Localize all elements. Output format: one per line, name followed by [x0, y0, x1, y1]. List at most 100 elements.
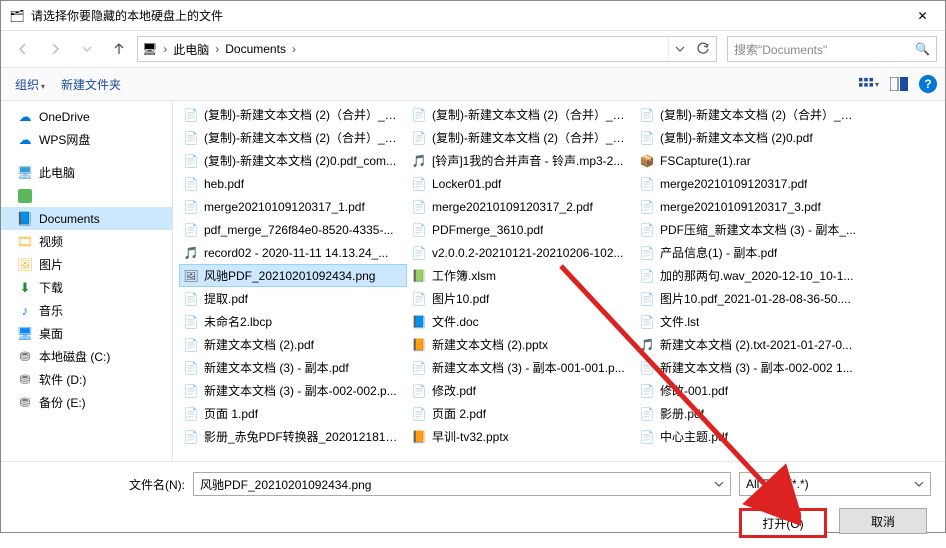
file-name: heb.pdf: [204, 177, 244, 191]
file-item[interactable]: 📄(复制)-新建文本文档 (2)0.pdf_com...: [179, 149, 407, 172]
file-name: PDFmerge_3610.pdf: [432, 223, 543, 237]
file-name: 新建文本文档 (3) - 副本-001-001.p...: [432, 359, 625, 376]
sidebar-item-11[interactable]: ⛃软件 (D:): [1, 368, 172, 391]
file-item[interactable]: 📄heb.pdf: [179, 172, 407, 195]
file-item[interactable]: 📙新建文本文档 (2).pptx: [407, 333, 635, 356]
open-button[interactable]: 打开(O): [739, 508, 827, 538]
file-item[interactable]: 📄PDF压缩_新建文本文档 (3) - 副本_...: [635, 218, 863, 241]
file-item[interactable]: 📄新建文本文档 (3) - 副本-002-002.p...: [179, 379, 407, 402]
file-item[interactable]: 📄产品信息(1) - 副本.pdf: [635, 241, 863, 264]
sidebar-item-4[interactable]: 📘Documents: [1, 207, 172, 230]
chevron-right-icon: ›: [213, 42, 221, 56]
file-item[interactable]: 🎵record02 - 2020-11-11 14.13.24_...: [179, 241, 407, 264]
file-item[interactable]: 📄(复制)-新建文本文档 (2)0.pdf: [635, 126, 863, 149]
file-item[interactable]: 📄(复制)-新建文本文档 (2)（合并）_加...: [635, 103, 863, 126]
file-name: 页面 2.pdf: [432, 405, 486, 422]
file-name: (复制)-新建文本文档 (2)（合并）_加...: [432, 106, 631, 123]
pdf-icon: 📄: [183, 429, 199, 445]
sidebar-item-6[interactable]: 🖼图片: [1, 253, 172, 276]
chevron-down-icon: [714, 479, 724, 489]
file-item[interactable]: 🎵新建文本文档 (2).txt-2021-01-27-0...: [635, 333, 863, 356]
file-item[interactable]: 📄未命名2.lbcp: [179, 310, 407, 333]
sidebar-item-2[interactable]: 🖥此电脑: [1, 161, 172, 184]
file-item[interactable]: 🖼风驰PDF_20210201092434.png: [179, 264, 407, 287]
organize-menu[interactable]: 组织: [9, 72, 51, 97]
sidebar-item-3[interactable]: [1, 184, 172, 207]
sidebar-item-7[interactable]: ⬇下载: [1, 276, 172, 299]
file-name: (复制)-新建文本文档 (2)0.pdf: [660, 129, 813, 146]
sidebar-item-label: 此电脑: [39, 164, 75, 181]
file-item[interactable]: 📄加的那两句.wav_2020-12-10_10-1...: [635, 264, 863, 287]
file-item[interactable]: 📄新建文本文档 (3) - 副本-002-002 1...: [635, 356, 863, 379]
help-button[interactable]: ?: [919, 75, 937, 93]
file-name: 产品信息(1) - 副本.pdf: [660, 244, 777, 261]
file-item[interactable]: 📄修改-001.pdf: [635, 379, 863, 402]
filename-input[interactable]: 风驰PDF_20210201092434.png: [193, 472, 731, 496]
file-name: merge20210109120317_1.pdf: [204, 200, 365, 214]
address-dropdown[interactable]: [668, 37, 690, 61]
file-item[interactable]: 📄(复制)-新建文本文档 (2)（合并）_加...: [179, 103, 407, 126]
sidebar-item-9[interactable]: 🖥桌面: [1, 322, 172, 345]
vid-icon: 🎞: [17, 234, 33, 250]
file-item[interactable]: 🎵[铃声]1我的合并声音 - 铃声.mp3-2...: [407, 149, 635, 172]
refresh-button[interactable]: [690, 37, 716, 61]
sidebar-item-12[interactable]: ⛃备份 (E:): [1, 391, 172, 414]
file-name: 风驰PDF_20210201092434.png: [204, 267, 375, 284]
file-item[interactable]: 📄新建文本文档 (3) - 副本.pdf: [179, 356, 407, 379]
mp3-icon: 🎵: [411, 153, 427, 169]
file-item[interactable]: 📄(复制)-新建文本文档 (2)（合并）_已...: [407, 126, 635, 149]
breadcrumb-pc[interactable]: 此电脑: [169, 37, 213, 61]
file-item[interactable]: 📄merge20210109120317_2.pdf: [407, 195, 635, 218]
breadcrumb-documents[interactable]: Documents: [221, 37, 290, 61]
search-input[interactable]: 搜索"Documents" 🔍: [727, 36, 937, 62]
pdf-icon: 📄: [183, 383, 199, 399]
file-item[interactable]: 📄pdf_merge_726f84e0-8520-4335-...: [179, 218, 407, 241]
file-item[interactable]: 📄新建文本文档 (3) - 副本-001-001.p...: [407, 356, 635, 379]
cancel-button[interactable]: 取消: [839, 508, 927, 534]
sidebar-item-8[interactable]: ♪音乐: [1, 299, 172, 322]
file-item[interactable]: 📙早训-tv32.pptx: [407, 425, 635, 448]
file-item[interactable]: 📄文件.lst: [635, 310, 863, 333]
forward-button[interactable]: [41, 35, 69, 63]
file-item[interactable]: 📄图片10.pdf: [407, 287, 635, 310]
file-item[interactable]: 📄Locker01.pdf: [407, 172, 635, 195]
file-name: 新建文本文档 (2).txt-2021-01-27-0...: [660, 336, 852, 353]
sidebar-item-0[interactable]: ☁OneDrive: [1, 105, 172, 128]
file-item[interactable]: 📦FSCapture(1).rar: [635, 149, 863, 172]
file-item[interactable]: 📄页面 1.pdf: [179, 402, 407, 425]
back-button[interactable]: [9, 35, 37, 63]
preview-toggle[interactable]: [889, 74, 909, 94]
file-pane[interactable]: 📄(复制)-新建文本文档 (2)（合并）_加...📄(复制)-新建文本文档 (2…: [173, 101, 945, 461]
file-item[interactable]: 📄merge20210109120317_3.pdf: [635, 195, 863, 218]
file-item[interactable]: 📄PDFmerge_3610.pdf: [407, 218, 635, 241]
file-name: pdf_merge_726f84e0-8520-4335-...: [204, 223, 393, 237]
sidebar-item-1[interactable]: ☁WPS网盘: [1, 128, 172, 151]
pdf-icon: 📄: [411, 406, 427, 422]
sidebar-item-5[interactable]: 🎞视频: [1, 230, 172, 253]
file-item[interactable]: 📄merge20210109120317.pdf: [635, 172, 863, 195]
newfolder-button[interactable]: 新建文件夹: [55, 72, 127, 97]
address-bar[interactable]: 🖥 › 此电脑 › Documents ›: [137, 36, 717, 62]
up-button[interactable]: [105, 35, 133, 63]
file-item[interactable]: 📄提取.pdf: [179, 287, 407, 310]
file-item[interactable]: 📄merge20210109120317_1.pdf: [179, 195, 407, 218]
file-item[interactable]: 📄修改.pdf: [407, 379, 635, 402]
sidebar-item-10[interactable]: ⛃本地磁盘 (C:): [1, 345, 172, 368]
file-item[interactable]: 📄中心主题.pdf: [635, 425, 863, 448]
file-item[interactable]: 📄影册.pdf: [635, 402, 863, 425]
file-item[interactable]: 📄v2.0.0.2-20210121-20210206-102...: [407, 241, 635, 264]
close-button[interactable]: ✕: [900, 1, 945, 30]
file-item[interactable]: 📄 页面 2.pdf: [407, 402, 635, 425]
file-item[interactable]: 📗工作簿.xlsm: [407, 264, 635, 287]
view-menu[interactable]: [859, 74, 879, 94]
recent-dropdown[interactable]: [73, 35, 101, 63]
file-item[interactable]: 📘文件.doc: [407, 310, 635, 333]
file-item[interactable]: 📄(复制)-新建文本文档 (2)（合并）_已...: [179, 126, 407, 149]
file-item[interactable]: 📄新建文本文档 (2).pdf: [179, 333, 407, 356]
file-item[interactable]: 📄(复制)-新建文本文档 (2)（合并）_加...: [407, 103, 635, 126]
file-item[interactable]: 📄影册_赤兔PDF转换器_20201218102...: [179, 425, 407, 448]
content-area: ☁OneDrive☁WPS网盘 🖥此电脑 📘Documents🎞视频🖼图片⬇下载♪音…: [1, 101, 945, 461]
file-item[interactable]: 📄图片10.pdf_2021-01-28-08-36-50....: [635, 287, 863, 310]
filetype-filter[interactable]: All Files(*.*): [739, 472, 931, 496]
file-name: 图片10.pdf: [432, 290, 489, 307]
